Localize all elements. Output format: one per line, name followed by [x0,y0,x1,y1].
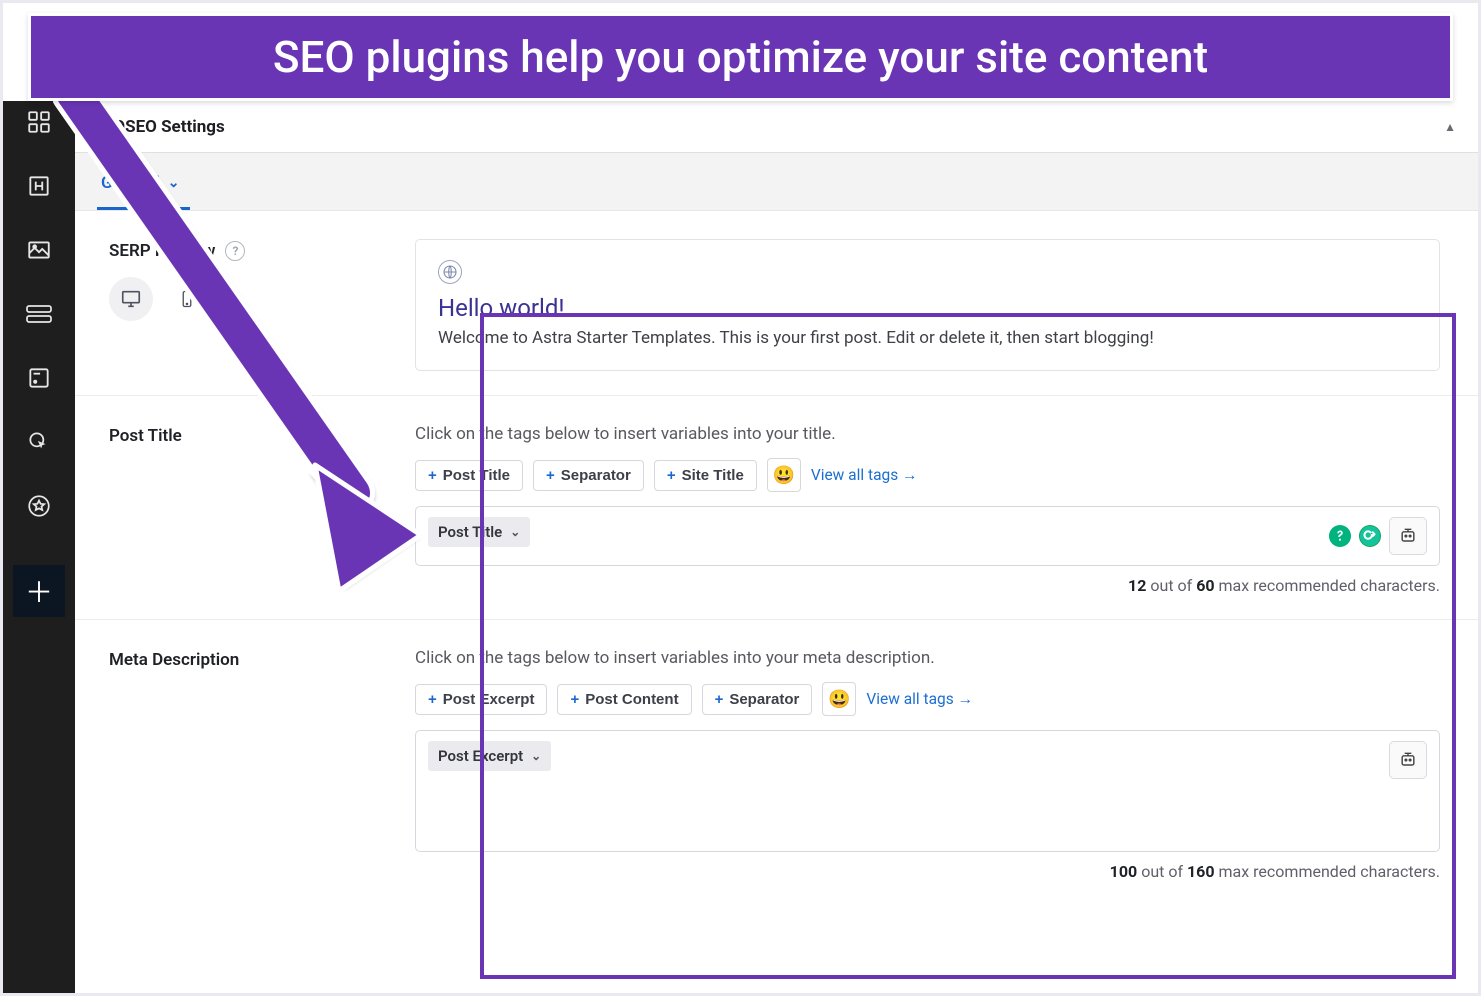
list-icon[interactable] [24,299,54,329]
meta-description-input[interactable]: Post Excerpt ⌄ [415,730,1440,852]
emoji-button-meta[interactable]: 😃 [822,682,856,716]
globe-icon [438,260,462,284]
title-char-counter: 12 out of 60 max recommended characters. [415,576,1440,595]
card-icon[interactable] [24,363,54,393]
chevron-down-icon: ⌄ [168,175,180,191]
star-icon[interactable] [24,491,54,521]
serp-description: Welcome to Astra Starter Templates. This… [438,328,1417,348]
serp-label: SERP Preview [109,241,215,261]
meta-description-section: Meta Description Click on the tags below… [75,620,1478,905]
serp-preview-card: Hello world! Welcome to Astra Starter Te… [415,239,1440,371]
meta-chip[interactable]: Post Excerpt ⌄ [428,741,551,771]
image-icon[interactable] [24,235,54,265]
meta-tags: +Post Excerpt +Post Content +Separator 😃… [415,682,1440,716]
add-block-button[interactable]: ＋ [13,565,65,617]
post-title-label: Post Title [109,426,182,446]
title-chip[interactable]: Post Title ⌄ [428,517,530,547]
post-title-section: Post Title Click on the tags below to in… [75,396,1478,620]
chevron-down-icon: ⌄ [510,525,520,539]
ai-assistant-button[interactable] [1389,517,1427,555]
grammarly-icon[interactable] [1359,525,1381,547]
ai-assistant-button-meta[interactable] [1389,741,1427,779]
click-icon[interactable] [24,427,54,457]
emoji-button[interactable]: 😃 [767,458,801,492]
post-title-helper: Click on the tags below to insert variab… [415,424,1440,444]
tab-label: General [101,173,160,193]
tag-separator[interactable]: +Separator [533,460,644,491]
tab-general[interactable]: General ⌄ [97,159,190,210]
editor-sidebar: ＋ [3,101,75,993]
collapse-caret-icon[interactable]: ▲ [1444,120,1456,134]
headline-analyzer-icon[interactable] [1329,525,1351,547]
chevron-down-icon: ⌄ [531,749,541,763]
mobile-preview-button[interactable] [165,277,209,321]
tag-post-excerpt[interactable]: +Post Excerpt [415,684,547,715]
blocks-icon[interactable] [24,107,54,137]
help-icon[interactable]: ? [225,241,245,261]
meta-description-label: Meta Description [109,650,239,670]
panel-title: AIOSEO Settings [97,117,225,137]
view-all-tags-link[interactable]: View all tags → [811,466,918,485]
heading-icon[interactable] [24,171,54,201]
annotation-banner: SEO plugins help you optimize your site … [28,13,1453,101]
panel-header[interactable]: AIOSEO Settings ▲ [75,101,1478,153]
tag-site-title[interactable]: +Site Title [654,460,757,491]
post-title-tags: +Post Title +Separator +Site Title 😃 Vie… [415,458,1440,492]
tag-post-title[interactable]: +Post Title [415,460,523,491]
tag-post-content[interactable]: +Post Content [557,684,691,715]
meta-helper: Click on the tags below to insert variab… [415,648,1440,668]
tabs-bar: General ⌄ [75,153,1478,211]
view-all-tags-link-meta[interactable]: View all tags → [866,690,973,709]
panel-content: SERP Preview ? Hello worl [75,211,1478,905]
meta-char-counter: 100 out of 160 max recommended character… [415,862,1440,881]
serp-title: Hello world! [438,294,1417,322]
post-title-input[interactable]: Post Title ⌄ [415,506,1440,566]
serp-preview-section: SERP Preview ? Hello worl [75,211,1478,396]
tag-separator-meta[interactable]: +Separator [702,684,813,715]
desktop-preview-button[interactable] [109,277,153,321]
annotation-banner-text: SEO plugins help you optimize your site … [273,31,1208,83]
settings-panel: AIOSEO Settings ▲ General ⌄ SERP Preview… [75,101,1478,993]
